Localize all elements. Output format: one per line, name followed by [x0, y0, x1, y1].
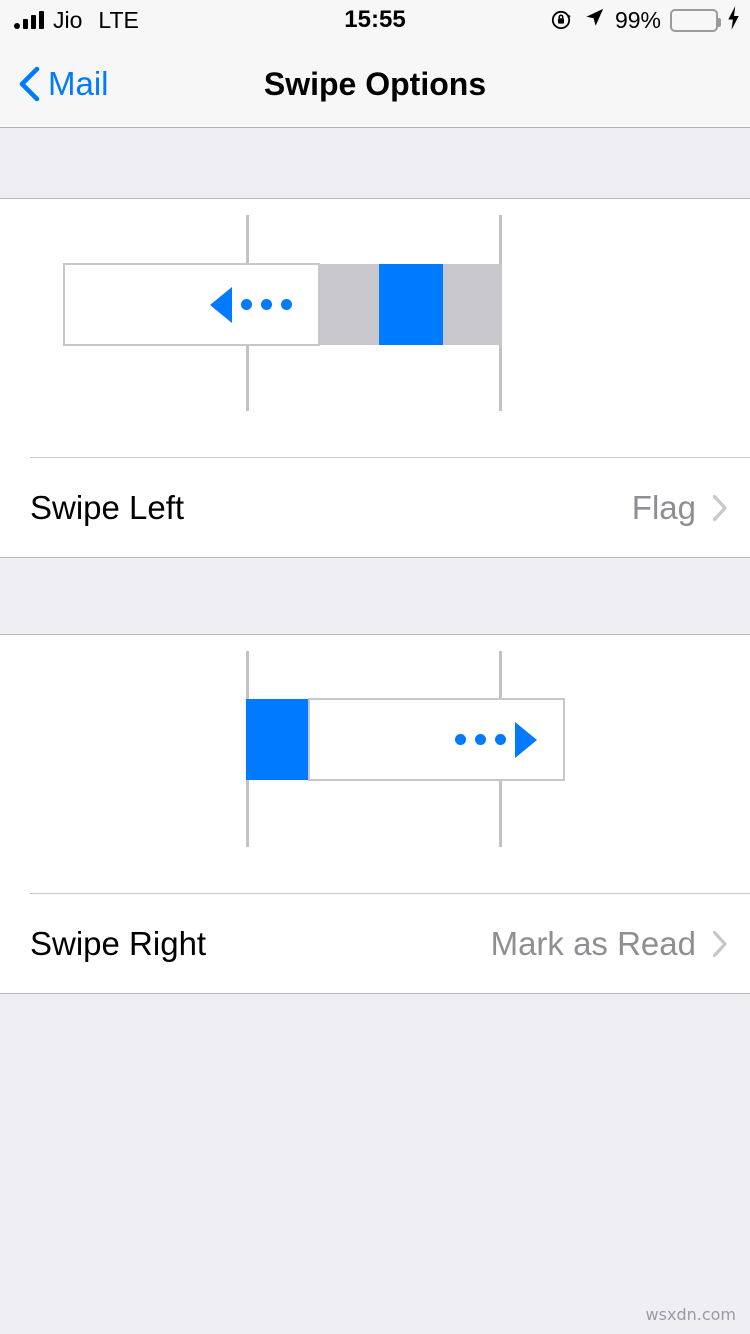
- status-bar: Jio LTE 15:55 99%: [0, 0, 750, 40]
- swipe-left-label: Swipe Left: [30, 488, 185, 526]
- chevron-right-icon: [712, 494, 728, 522]
- ellipsis-icon: [455, 734, 506, 745]
- status-bar-right: 99%: [550, 0, 740, 40]
- rotation-lock-icon: [550, 8, 574, 32]
- swipe-right-section: Swipe Right Mark as Read: [0, 635, 750, 993]
- bottom-background: [0, 993, 750, 1334]
- iphone-screen: Jio LTE 15:55 99% Mail Swipe Options Swi…: [0, 0, 750, 1334]
- triangle-right-icon: [515, 721, 537, 758]
- action-block-gray-2: [443, 264, 502, 345]
- swipe-right-row[interactable]: Swipe Right Mark as Read: [0, 894, 750, 993]
- swipe-right-arrow-group: [455, 721, 537, 758]
- chevron-right-icon: [712, 930, 728, 958]
- location-arrow-icon: [583, 6, 606, 34]
- swipe-left-arrow-group: [210, 286, 292, 323]
- watermark: wsxdn.com: [645, 1305, 736, 1324]
- action-block-blue: [246, 699, 310, 780]
- swipe-right-label: Swipe Right: [30, 924, 207, 962]
- battery-percentage: 99%: [614, 6, 661, 33]
- message-card: [308, 698, 565, 781]
- action-block-blue: [379, 264, 443, 345]
- lightning-bolt-icon: [727, 5, 740, 36]
- swipe-right-value: Mark as Read: [490, 924, 696, 962]
- swipe-right-illustration: [0, 635, 750, 893]
- action-block-gray-1: [318, 264, 387, 345]
- triangle-left-icon: [210, 286, 232, 323]
- battery-icon: [670, 8, 721, 32]
- swipe-left-row[interactable]: Swipe Left Flag: [0, 458, 750, 557]
- navigation-bar: Mail Swipe Options: [0, 40, 750, 128]
- swipe-left-illustration: [0, 199, 750, 457]
- page-title: Swipe Options: [263, 65, 487, 102]
- section-gap-top: [0, 129, 750, 199]
- message-card: [63, 263, 320, 346]
- section-gap-middle: [0, 557, 750, 635]
- settings-content: Swipe Left Flag Swipe Right Mark as Read: [0, 129, 750, 1334]
- ellipsis-icon: [241, 299, 292, 310]
- swipe-left-section: Swipe Left Flag: [0, 199, 750, 557]
- swipe-left-value: Flag: [631, 488, 696, 526]
